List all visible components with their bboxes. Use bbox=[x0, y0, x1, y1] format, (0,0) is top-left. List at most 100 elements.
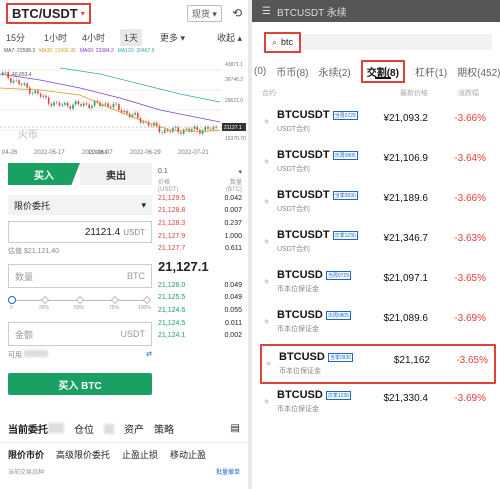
expiry-tag: 当季0930 bbox=[332, 190, 358, 200]
sell-tab[interactable]: 卖出 bbox=[80, 163, 152, 185]
ask-qty: 0.007 bbox=[224, 207, 242, 215]
tick-current: 21127.1 bbox=[224, 125, 242, 131]
qty-unit: BTC bbox=[127, 271, 145, 281]
contract-row[interactable]: ★ BTCUSD 次季1230 币本位保证金 $21,330.4 -3.69% bbox=[252, 384, 500, 424]
percent-slider[interactable]: 0 25% 50% 75% 100% bbox=[8, 295, 152, 312]
star-icon[interactable]: ★ bbox=[263, 117, 270, 126]
order-form: 买入 卖出 限价委托 ▾ 21121.4 USDT 估值 $21,121.40 … bbox=[8, 163, 152, 395]
star-icon[interactable]: ★ bbox=[263, 397, 270, 406]
candle bbox=[126, 110, 128, 114]
tab-positions[interactable]: 仓位 bbox=[74, 421, 94, 436]
amount-input[interactable]: 金额 USDT bbox=[8, 322, 152, 346]
symbol-text: BTCUSDT bbox=[277, 229, 330, 241]
contract-row[interactable]: ★ BTCUSDT 当周0729 USDT合约 ¥21,093.2 -3.66% bbox=[252, 104, 500, 144]
tab-futures[interactable]: 交割(8) bbox=[360, 59, 405, 83]
candle bbox=[37, 90, 39, 94]
tab-options[interactable]: 期权(452) bbox=[457, 64, 500, 79]
ask-row[interactable]: 21,128.3 0.237 bbox=[158, 217, 242, 230]
bid-row[interactable]: 21,124.6 0.055 bbox=[158, 304, 242, 317]
contract-row[interactable]: ★ BTCUSDT 当季0930 USDT合约 ¥21,189.6 -3.66% bbox=[252, 184, 500, 224]
bid-row[interactable]: 21,125.5 0.049 bbox=[158, 292, 242, 305]
star-icon[interactable]: ★ bbox=[263, 197, 270, 206]
tf-1h[interactable]: 1小时 bbox=[44, 31, 82, 44]
buy-tab[interactable]: 买入 bbox=[8, 163, 80, 185]
pair-selector[interactable]: BTC/USDT ▾ bbox=[6, 2, 91, 24]
buy-btc-button[interactable]: 买入 BTC bbox=[8, 373, 152, 395]
transfer-icon[interactable]: ⇄ bbox=[146, 350, 152, 358]
last-price: $21,097.1 bbox=[383, 273, 429, 284]
ask-price: 21,127.7 bbox=[158, 245, 186, 253]
ask-row[interactable]: 21,127.9 1.000 bbox=[158, 230, 242, 243]
dimmed-header: ☰ BTCUSDT 永续 bbox=[252, 0, 500, 22]
amount-unit: USDT bbox=[120, 329, 146, 339]
chart-settings-icon[interactable]: ⟲ bbox=[232, 6, 242, 20]
contract-symbol: BTCUSDT 次周0805 bbox=[277, 149, 358, 161]
tf-4h[interactable]: 4小时 bbox=[82, 31, 120, 44]
tab-margin[interactable]: 杠杆(1) bbox=[415, 64, 447, 79]
star-icon[interactable]: ★ bbox=[263, 317, 270, 326]
star-icon[interactable]: ★ bbox=[263, 157, 270, 166]
candle bbox=[174, 127, 177, 129]
more-timeframes[interactable]: 更多 ▾ bbox=[160, 31, 185, 44]
depth-select[interactable]: 0.1 ▾ bbox=[158, 168, 242, 180]
available-balance: 可用 ⇄ bbox=[8, 350, 152, 360]
contract-row[interactable]: ★ BTCUSDT 次周0805 USDT合约 ¥21,106.9 -3.64% bbox=[252, 144, 500, 184]
sub-tpsl[interactable]: 止盈止损 bbox=[122, 448, 158, 461]
star-icon[interactable]: ★ bbox=[263, 237, 270, 246]
clipboard-icon[interactable]: ▤ bbox=[231, 423, 240, 434]
last-price: $21,162 bbox=[393, 355, 430, 366]
tab-strategy[interactable]: 策略 bbox=[154, 421, 174, 436]
candle bbox=[34, 90, 36, 94]
price-chart[interactable]: 40,653.4 17,618.0 火币 43871.1 36746.2 296… bbox=[0, 60, 248, 160]
tf-1d[interactable]: 1天 bbox=[120, 28, 142, 46]
ask-row[interactable]: 21,129.5 0.042 bbox=[158, 192, 242, 205]
symbol-text: BTCUSD bbox=[277, 389, 323, 401]
current-pair-filter[interactable]: 当前交易品种 bbox=[8, 467, 44, 476]
date-1: 2022-05-17 bbox=[34, 150, 65, 156]
ask-qty: 0.611 bbox=[225, 245, 242, 253]
sub-advanced[interactable]: 高级限价委托 bbox=[56, 448, 110, 461]
candle bbox=[77, 101, 80, 105]
cancel-all-button[interactable]: 批量撤单 bbox=[216, 467, 240, 476]
sub-trailing[interactable]: 移动止盈 bbox=[170, 448, 206, 461]
star-icon[interactable]: ★ bbox=[265, 359, 272, 368]
ask-price: 21,127.9 bbox=[158, 232, 186, 240]
candle bbox=[137, 112, 139, 118]
tab-partial[interactable]: (0) bbox=[254, 66, 266, 77]
ask-row[interactable]: 21,128.8 0.007 bbox=[158, 205, 242, 218]
tab-spot[interactable]: 币币(8) bbox=[276, 64, 308, 79]
candle bbox=[42, 95, 45, 97]
menu-icon: ☰ bbox=[262, 5, 271, 17]
contract-row[interactable]: ★ BTCUSD 当周0729 币本位保证金 $21,097.1 -3.65% bbox=[252, 264, 500, 304]
ask-row[interactable]: 21,127.7 0.611 bbox=[158, 242, 242, 255]
search-icon: ⌕ bbox=[272, 36, 278, 47]
expiry-tag: 当周0729 bbox=[325, 270, 351, 280]
slider-knob[interactable] bbox=[8, 296, 16, 304]
price-input[interactable]: 21121.4 USDT bbox=[8, 221, 152, 243]
collapse-chart[interactable]: 收起 ▴ bbox=[217, 31, 242, 44]
tab-assets[interactable]: 资产 bbox=[124, 421, 144, 436]
market-type-dropdown[interactable]: 现货 ▾ bbox=[186, 4, 222, 22]
contract-row[interactable]: ★ BTCUSD 次周0805 币本位保证金 $21,089.6 -3.69% bbox=[252, 304, 500, 344]
slider-25: 25% bbox=[39, 305, 50, 311]
contract-row[interactable]: ★ BTCUSD 当季0930 币本位保证金 $21,162 -3.65% bbox=[260, 344, 496, 384]
bid-row[interactable]: 21,126.0 0.049 bbox=[158, 279, 242, 292]
search-bar[interactable]: ⌕ btc bbox=[264, 31, 492, 53]
candle bbox=[66, 102, 69, 107]
contract-type: 币本位保证金 bbox=[277, 286, 319, 293]
sub-limit-market[interactable]: 限价市价 bbox=[8, 448, 44, 461]
contract-symbol: BTCUSDT 当周0729 bbox=[277, 109, 358, 121]
search-input[interactable]: ⌕ btc bbox=[264, 31, 302, 53]
tab-perpetual[interactable]: 永续(2) bbox=[318, 64, 350, 79]
bid-row[interactable]: 21,124.1 0.002 bbox=[158, 329, 242, 342]
tf-15m[interactable]: 15分 bbox=[6, 31, 44, 44]
contract-row[interactable]: ★ BTCUSDT 次季1230 USDT合约 ¥21,346.7 -3.63% bbox=[252, 224, 500, 264]
asks-list: 21,129.5 0.042 21,128.8 0.007 21,128.3 0.237 2… bbox=[158, 192, 242, 255]
quantity-input[interactable]: 数量 BTC bbox=[8, 264, 152, 288]
bid-row[interactable]: 21,124.5 0.011 bbox=[158, 317, 242, 330]
star-icon[interactable]: ★ bbox=[263, 277, 270, 286]
order-type-select[interactable]: 限价委托 ▾ bbox=[8, 195, 152, 215]
tick-2: 36746.2 bbox=[225, 77, 243, 83]
ma-legend: MA7: 22598.3 MA30: 21006.35 MA60: 23384.… bbox=[0, 48, 248, 60]
tab-open-orders[interactable]: 当前委托 bbox=[8, 421, 64, 436]
